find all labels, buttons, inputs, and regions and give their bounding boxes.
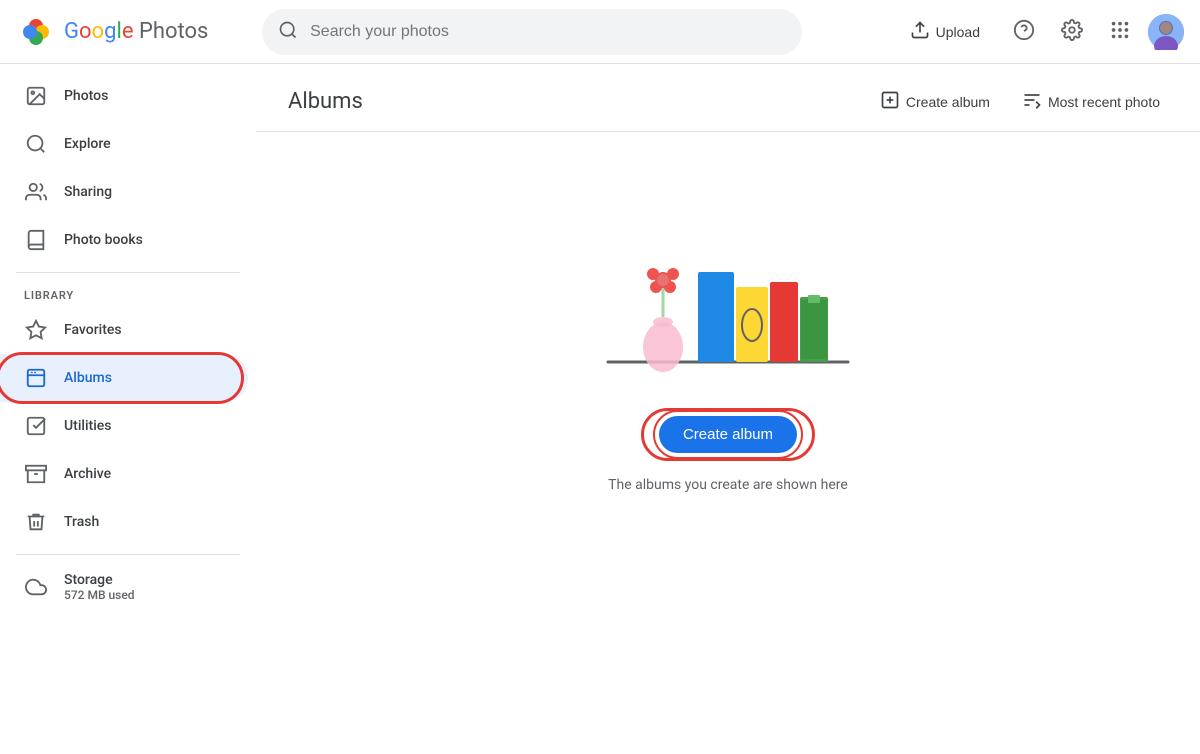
sort-icon xyxy=(1022,90,1042,113)
sidebar-item-albums-wrapper: Albums xyxy=(0,354,256,402)
library-section-label: LIBRARY xyxy=(0,281,256,306)
grid-icon xyxy=(1109,19,1131,44)
settings-button[interactable] xyxy=(1052,12,1092,52)
sidebar-item-favorites-label: Favorites xyxy=(64,322,122,338)
create-album-button-label: Create album xyxy=(683,426,773,443)
sidebar-item-photobooks-label: Photo books xyxy=(64,232,143,248)
sidebar-item-photos-label: Photos xyxy=(64,88,108,104)
sidebar-item-explore-label: Explore xyxy=(64,136,111,152)
main-actions: Create album Most recent photo xyxy=(872,84,1168,119)
sidebar-item-trash[interactable]: Trash xyxy=(0,498,248,546)
sidebar-item-storage[interactable]: Storage 572 MB used xyxy=(0,563,248,611)
sidebar-item-photos[interactable]: Photos xyxy=(0,72,248,120)
explore-icon xyxy=(24,132,48,156)
empty-state-illustration xyxy=(568,192,888,392)
search-bar[interactable] xyxy=(262,9,802,55)
image-icon xyxy=(24,84,48,108)
page-title: Albums xyxy=(288,89,363,114)
gear-icon xyxy=(1061,19,1083,44)
search-input[interactable] xyxy=(310,23,786,41)
utilities-icon xyxy=(24,414,48,438)
upload-button[interactable]: Upload xyxy=(894,12,996,51)
sidebar-item-utilities-label: Utilities xyxy=(64,418,111,434)
main-content: Albums Create album xyxy=(256,64,1200,754)
logo-text: Google Photos xyxy=(64,19,208,44)
upload-icon xyxy=(910,20,930,43)
sidebar-item-explore[interactable]: Explore xyxy=(0,120,248,168)
storage-used: 572 MB used xyxy=(64,588,135,602)
album-icon xyxy=(24,366,48,390)
sidebar-item-utilities[interactable]: Utilities xyxy=(0,402,248,450)
search-icon xyxy=(278,20,298,44)
sidebar-item-albums-label: Albums xyxy=(64,370,112,386)
plus-square-icon xyxy=(880,90,900,113)
create-album-header-button[interactable]: Create album xyxy=(872,84,998,119)
most-recent-label: Most recent photo xyxy=(1048,94,1160,110)
sidebar-item-sharing-label: Sharing xyxy=(64,184,112,200)
books-illustration xyxy=(568,192,888,392)
archive-icon xyxy=(24,462,48,486)
storage-text-block: Storage 572 MB used xyxy=(64,572,135,602)
sidebar-item-archive-label: Archive xyxy=(64,466,111,482)
sidebar-item-favorites[interactable]: Favorites xyxy=(0,306,248,354)
sidebar: Photos Explore Sharing xyxy=(0,64,256,754)
logo[interactable]: Google Photos xyxy=(16,12,208,52)
empty-state: Create album The albums you create are s… xyxy=(256,132,1200,553)
sidebar-item-albums[interactable]: Albums xyxy=(0,354,248,402)
app-body: Photos Explore Sharing xyxy=(0,64,1200,754)
star-icon xyxy=(24,318,48,342)
sidebar-divider-1 xyxy=(16,272,240,273)
sidebar-item-photobooks[interactable]: Photo books xyxy=(0,216,248,264)
main-header: Albums Create album xyxy=(256,64,1200,132)
app-header: Google Photos Upload xyxy=(0,0,1200,64)
book-icon xyxy=(24,228,48,252)
sidebar-item-archive[interactable]: Archive xyxy=(0,450,248,498)
header-actions: Upload xyxy=(894,12,1184,52)
google-photos-logo-icon xyxy=(16,12,56,52)
sidebar-item-sharing[interactable]: Sharing xyxy=(0,168,248,216)
sidebar-divider-2 xyxy=(16,554,240,555)
storage-label: Storage xyxy=(64,572,135,588)
create-album-button-wrapper: Create album xyxy=(659,416,797,453)
empty-state-description: The albums you create are shown here xyxy=(608,477,848,493)
most-recent-button[interactable]: Most recent photo xyxy=(1014,84,1168,119)
upload-label: Upload xyxy=(936,24,980,40)
help-button[interactable] xyxy=(1004,12,1044,52)
help-icon xyxy=(1013,19,1035,44)
avatar[interactable] xyxy=(1148,14,1184,50)
sidebar-item-trash-label: Trash xyxy=(64,514,99,530)
sharing-icon xyxy=(24,180,48,204)
create-album-header-label: Create album xyxy=(906,94,990,110)
cloud-icon xyxy=(24,575,48,599)
trash-icon xyxy=(24,510,48,534)
create-album-button[interactable]: Create album xyxy=(659,416,797,453)
apps-button[interactable] xyxy=(1100,12,1140,52)
